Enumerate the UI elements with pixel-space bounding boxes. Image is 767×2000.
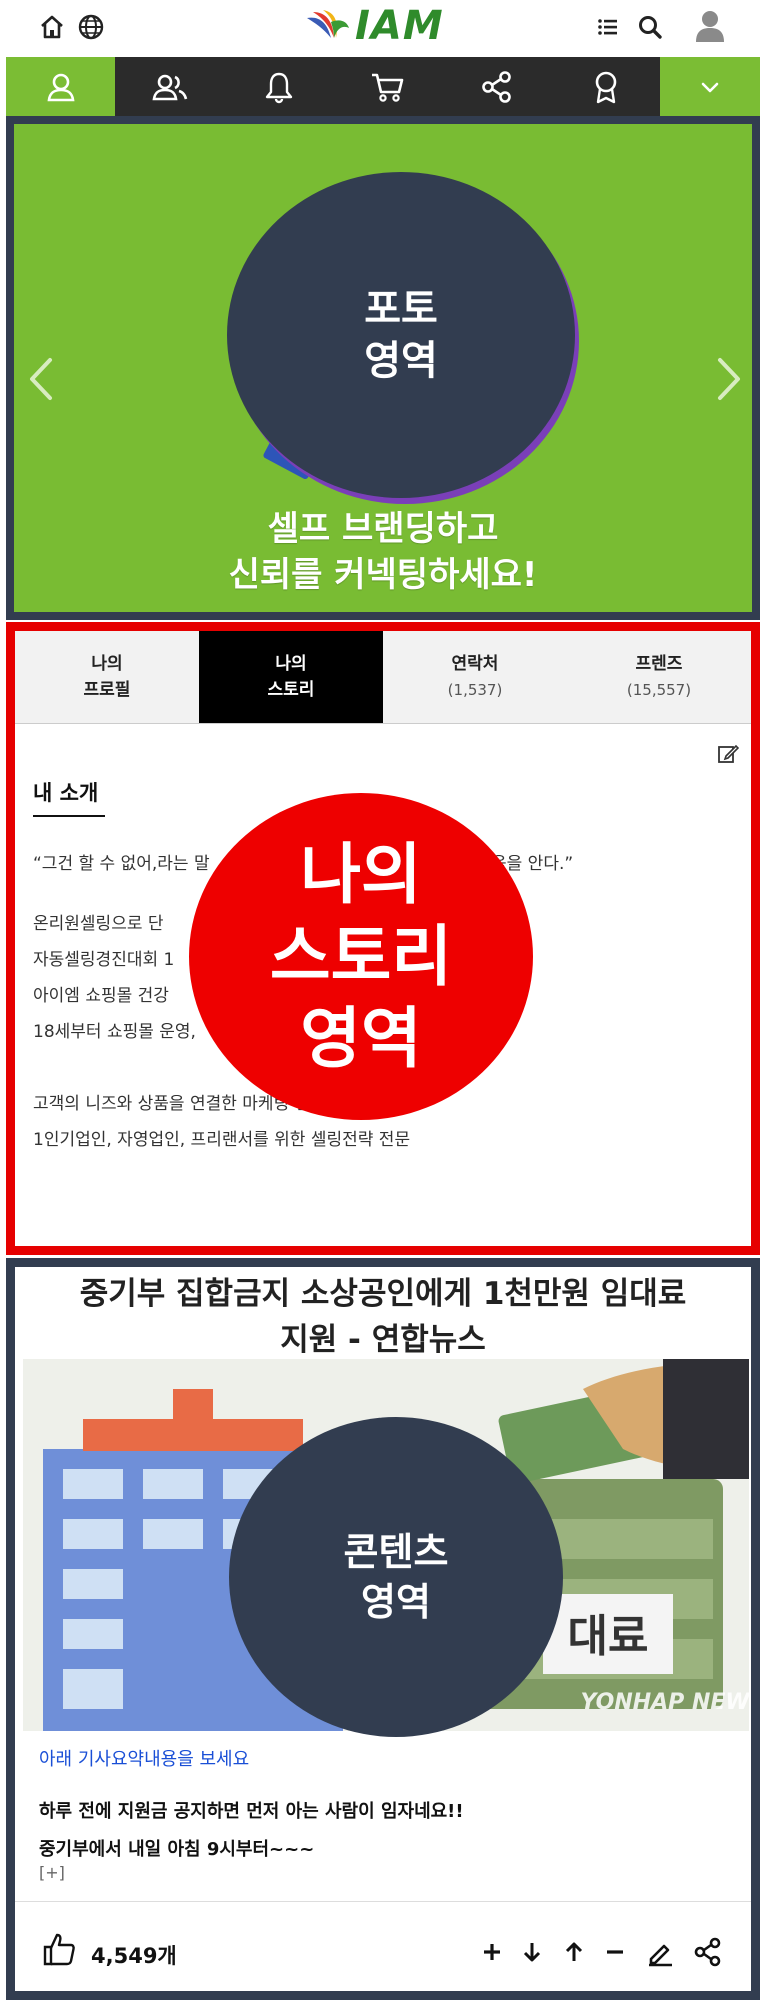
arrow-down-icon[interactable] (517, 1937, 547, 1967)
nav-item-notifications[interactable] (224, 57, 333, 116)
image-watermark-text: YONHAP NEWS (580, 1690, 749, 1715)
slide-prev-button[interactable] (26, 354, 56, 404)
slide-next-button[interactable] (714, 354, 744, 404)
chevron-left-icon (30, 358, 52, 400)
nav-item-profile[interactable] (6, 57, 115, 116)
content-label-line1: 콘텐츠 (343, 1530, 449, 1574)
tab-label: 스토리 (267, 680, 315, 700)
intro-line: 아이엠 쇼핑몰 건강 (33, 986, 169, 1006)
photo-region: 포토 영역 셀프 브랜딩하고 신뢰를 커넥팅하세요! (6, 116, 760, 620)
nav-item-awards[interactable] (551, 57, 660, 116)
profile-tabs: 나의 프로필 나의 스토리 연락처 (1,537) 프렌즈 (15,557) (15, 631, 751, 724)
people-icon (152, 74, 187, 100)
photo-label-line1: 포토 (364, 286, 438, 332)
intro-line: 1인기업인, 자영업인, 프리랜서를 위한 셀링전략 전문 (33, 1130, 411, 1150)
top-bar: IAM (0, 0, 767, 55)
summary-link[interactable]: 아래 기사요약내용을 보세요 (39, 1745, 249, 1771)
share-icon (481, 70, 511, 103)
tab-label: 연락처 (451, 654, 499, 674)
home-icon[interactable] (38, 13, 66, 41)
person-icon (47, 73, 74, 101)
tab-my-story[interactable]: 나의 스토리 (199, 631, 383, 723)
chevron-down-icon (701, 82, 719, 92)
like-icon[interactable] (41, 1931, 77, 1967)
nav-item-friends[interactable] (115, 57, 224, 116)
nav-more-button[interactable] (660, 57, 760, 116)
share-icon[interactable] (693, 1937, 723, 1967)
content-region: 중기부 집합금지 소상공인에게 1천만원 임대료 지원 - 연합뉴스 대료 YO… (6, 1258, 760, 2000)
award-icon (595, 71, 616, 103)
tab-count: (1,537) (447, 681, 503, 699)
edit-icon[interactable] (717, 743, 740, 765)
photo-label-line2: 영역 (364, 338, 438, 384)
news-title-line2: 지원 - 연합뉴스 (280, 1322, 486, 1358)
news-title-line1: 중기부 집합금지 소상공인에게 1천만원 임대료 (79, 1276, 687, 1312)
intro-line: 18세부터 쇼핑몰 운영, (33, 1022, 196, 1042)
slogan-line1: 셀프 브랜딩하고 (267, 509, 499, 549)
tab-friends[interactable]: 프렌즈 (15,557) (567, 631, 751, 723)
story-area-label: 나의 스토리 영역 (189, 793, 533, 1120)
content-area-label: 콘텐츠 영역 (229, 1417, 563, 1737)
summary-line1: 하루 전에 지원금 공지하면 먼저 아는 사람이 임자네요!! (39, 1801, 464, 1822)
logo-swoosh-icon (307, 10, 349, 38)
globe-icon[interactable] (77, 13, 105, 41)
chevron-right-icon (718, 358, 740, 400)
intro-quote-start: “그건 할 수 없어,라는 말 (33, 854, 210, 874)
list-icon[interactable] (594, 13, 622, 41)
intro-line: 온리원셀링으로 단 (33, 914, 164, 934)
story-label-line1: 나의 (300, 835, 422, 913)
user-icon[interactable] (694, 9, 726, 43)
content-label-line2: 영역 (361, 1580, 431, 1624)
cart-icon (371, 73, 403, 102)
intro-line: 자동셀링경진대회 1 (33, 950, 175, 970)
nav-item-cart[interactable] (333, 57, 442, 116)
intro-title: 내 소개 (33, 781, 99, 805)
logo-text: IAM (355, 3, 444, 49)
plus-icon[interactable] (477, 1937, 507, 1967)
search-icon[interactable] (636, 13, 664, 41)
iam-logo[interactable]: IAM (305, 3, 444, 49)
tab-count: (15,557) (626, 681, 692, 699)
tab-label: 프로필 (83, 680, 131, 700)
tab-label: 나의 (91, 654, 123, 674)
story-region: 나의 프로필 나의 스토리 연락처 (1,537) 프렌즈 (15,557) 내… (6, 622, 760, 1255)
tab-label: 나의 (275, 654, 307, 674)
divider (15, 1901, 751, 1902)
intro-title-underline (33, 815, 105, 817)
tab-contacts[interactable]: 연락처 (1,537) (383, 631, 567, 723)
minus-icon[interactable] (600, 1937, 630, 1967)
bell-icon (265, 72, 292, 103)
tab-label: 프렌즈 (635, 654, 683, 674)
tab-my-profile[interactable]: 나의 프로필 (15, 631, 199, 723)
image-sign-text: 대료 (568, 1611, 649, 1662)
summary-line2: 중기부에서 내일 아침 9시부터~~~ (39, 1839, 315, 1860)
pencil-icon[interactable] (645, 1937, 675, 1967)
news-title[interactable]: 중기부 집합금지 소상공인에게 1천만원 임대료 지원 - 연합뉴스 (15, 1271, 751, 1363)
nav-item-share[interactable] (442, 57, 551, 116)
story-label-line3: 영역 (300, 999, 422, 1077)
story-label-line2: 스토리 (269, 917, 453, 995)
main-nav (6, 57, 760, 116)
slogan-line2: 신뢰를 커넥팅하세요! (228, 555, 538, 595)
photo-area-label: 포토 영역 (227, 172, 575, 498)
arrow-up-icon[interactable] (559, 1937, 589, 1967)
expand-button[interactable]: [+] (39, 1863, 65, 1882)
like-count: 4,549개 (91, 1944, 177, 1968)
